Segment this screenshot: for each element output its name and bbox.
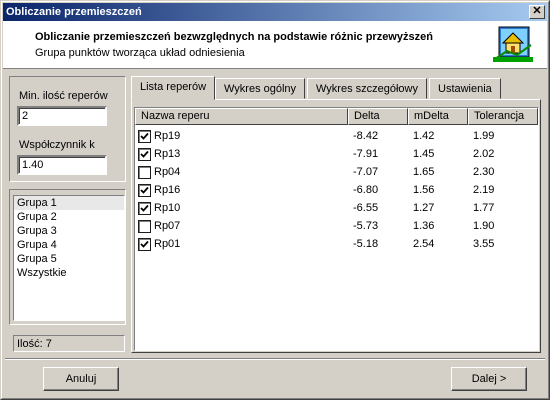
delta-cell: -6.80 <box>353 184 379 196</box>
title-bar[interactable]: Obliczanie przemieszczeń ✕ <box>3 3 547 21</box>
tolerance-cell: 1.99 <box>473 130 495 142</box>
reper-name: Rp16 <box>154 184 181 196</box>
table-row[interactable]: Rp13 -7.91 1.45 2.02 <box>135 146 538 162</box>
tolerance-cell: 2.19 <box>473 184 495 196</box>
column-header-delta[interactable]: Delta <box>348 108 408 125</box>
row-checkbox[interactable] <box>138 147 151 161</box>
cancel-button[interactable]: Anuluj <box>43 367 119 391</box>
reper-name: Rp10 <box>154 202 181 214</box>
mdelta-cell: 1.56 <box>413 184 435 196</box>
reper-name: Rp01 <box>154 238 181 250</box>
mdelta-cell: 1.42 <box>413 130 435 142</box>
table-row[interactable]: Rp16 -6.80 1.56 2.19 <box>135 182 538 198</box>
column-header-nazwa[interactable]: Nazwa reperu <box>135 108 348 125</box>
column-header-mdelta[interactable]: mDelta <box>408 108 468 125</box>
row-checkbox[interactable] <box>138 165 151 179</box>
checkmark-icon <box>140 186 149 194</box>
min-reperow-label: Min. ilość reperów <box>19 90 108 102</box>
reper-name: Rp07 <box>154 220 181 232</box>
min-reperow-input[interactable] <box>17 106 107 126</box>
delta-cell: -5.18 <box>353 238 379 250</box>
row-checkbox[interactable] <box>138 219 151 233</box>
table-row[interactable]: Rp01 -5.18 2.54 3.55 <box>135 236 538 252</box>
dialog-window: Obliczanie przemieszczeń ✕ Obliczanie pr… <box>0 0 550 400</box>
mdelta-cell: 2.54 <box>413 238 435 250</box>
mdelta-cell: 1.45 <box>413 148 435 160</box>
name-cell: Rp10 <box>135 201 348 215</box>
tolerance-cell: 1.90 <box>473 220 495 232</box>
close-icon: ✕ <box>532 5 542 17</box>
groups-listbox[interactable]: Grupa 1 Grupa 2 Grupa 3 Grupa 4 Grupa 5 … <box>13 195 125 321</box>
table-header: Nazwa reperu Delta mDelta Tolerancja <box>135 108 538 125</box>
tab-ustawienia[interactable]: Ustawienia <box>429 78 501 99</box>
group-item[interactable]: Grupa 1 <box>14 196 124 210</box>
tolerance-cell: 2.30 <box>473 166 495 178</box>
close-button[interactable]: ✕ <box>529 5 545 19</box>
table-row[interactable]: Rp19 -8.42 1.42 1.99 <box>135 128 538 144</box>
group-item[interactable]: Grupa 5 <box>14 252 124 266</box>
reper-name: Rp13 <box>154 148 181 160</box>
wspolczynnik-label: Współczynnik k <box>19 139 95 151</box>
reper-name: Rp19 <box>154 130 181 142</box>
name-cell: Rp19 <box>135 129 348 143</box>
wspolczynnik-input[interactable] <box>17 155 107 175</box>
reper-table[interactable]: Nazwa reperu Delta mDelta Tolerancja Rp1… <box>134 107 539 351</box>
group-item[interactable]: Wszystkie <box>14 266 124 280</box>
row-checkbox[interactable] <box>138 129 151 143</box>
count-status: Ilość: 7 <box>13 335 125 352</box>
row-checkbox[interactable] <box>138 237 151 251</box>
mdelta-cell: 1.65 <box>413 166 435 178</box>
column-header-tolerancja[interactable]: Tolerancja <box>468 108 538 125</box>
tab-lista-reperow[interactable]: Lista reperów <box>131 76 216 100</box>
checkmark-icon <box>140 204 149 212</box>
table-row[interactable]: Rp10 -6.55 1.27 1.77 <box>135 200 538 216</box>
row-checkbox[interactable] <box>138 201 151 215</box>
tab-wykres-ogolny[interactable]: Wykres ogólny <box>215 78 306 99</box>
mdelta-cell: 1.36 <box>413 220 435 232</box>
header-title: Obliczanie przemieszczeń bezwzględnych n… <box>35 31 433 43</box>
delta-cell: -7.07 <box>353 166 379 178</box>
name-cell: Rp07 <box>135 219 348 233</box>
next-button[interactable]: Dalej > <box>451 367 527 391</box>
tolerance-cell: 3.55 <box>473 238 495 250</box>
row-checkbox[interactable] <box>138 183 151 197</box>
tab-wykres-szczegolowy[interactable]: Wykres szczegółowy <box>307 78 427 99</box>
tolerance-cell: 2.02 <box>473 148 495 160</box>
reper-name: Rp04 <box>154 166 181 178</box>
footer-divider <box>5 358 545 360</box>
mdelta-cell: 1.27 <box>413 202 435 214</box>
delta-cell: -6.55 <box>353 202 379 214</box>
group-item[interactable]: Grupa 3 <box>14 224 124 238</box>
table-row[interactable]: Rp04 -7.07 1.65 2.30 <box>135 164 538 180</box>
name-cell: Rp01 <box>135 237 348 251</box>
group-item[interactable]: Grupa 2 <box>14 210 124 224</box>
name-cell: Rp04 <box>135 165 348 179</box>
name-cell: Rp16 <box>135 183 348 197</box>
checkmark-icon <box>140 240 149 248</box>
chart-house-icon <box>493 26 533 62</box>
window-title: Obliczanie przemieszczeń <box>6 6 142 18</box>
header-subtitle: Grupa punktów tworząca układ odniesienia <box>35 47 245 59</box>
table-row[interactable]: Rp07 -5.73 1.36 1.90 <box>135 218 538 234</box>
delta-cell: -5.73 <box>353 220 379 232</box>
tolerance-cell: 1.77 <box>473 202 495 214</box>
delta-cell: -8.42 <box>353 130 379 142</box>
wizard-header: Obliczanie przemieszczeń bezwzględnych n… <box>3 21 547 69</box>
checkmark-icon <box>140 132 149 140</box>
checkmark-icon <box>140 150 149 158</box>
name-cell: Rp13 <box>135 147 348 161</box>
group-item[interactable]: Grupa 4 <box>14 238 124 252</box>
delta-cell: -7.91 <box>353 148 379 160</box>
